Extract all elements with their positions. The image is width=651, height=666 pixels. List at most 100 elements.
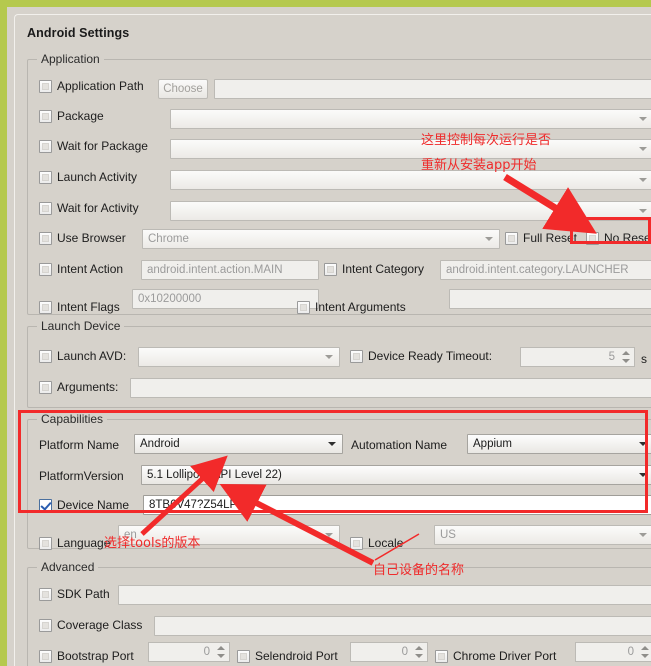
no-reset-checkbox[interactable]: [586, 231, 599, 245]
bootstrap-port-spinner[interactable]: 0: [148, 642, 230, 662]
bootstrap-port-label: Bootstrap Port: [57, 649, 134, 663]
wait-for-package-label: Wait for Package: [57, 139, 148, 153]
wait-for-activity-label: Wait for Activity: [57, 201, 139, 215]
capabilities-group-legend: Capabilities: [37, 412, 108, 426]
automation-name-combo-value: Appium: [473, 438, 512, 450]
chevron-down-icon: [639, 178, 647, 182]
package-combo[interactable]: [170, 109, 651, 129]
wait-for-package-checkbox[interactable]: [39, 139, 52, 153]
device-ready-timeout-unit: s: [641, 352, 647, 366]
device-name-checkbox[interactable]: [39, 498, 52, 512]
wait-for-package-row: Wait for Package: [39, 139, 148, 153]
automation-name-combo[interactable]: Appium: [467, 434, 651, 454]
launch-activity-row: Launch Activity: [39, 170, 137, 184]
spinner-down-icon[interactable]: [622, 359, 630, 363]
chrome-driver-port-spinner[interactable]: 0: [575, 642, 651, 662]
chrome-driver-port-label: Chrome Driver Port: [453, 649, 557, 663]
language-label: Language: [57, 536, 111, 550]
intent-arguments-label: Intent Arguments: [315, 300, 406, 314]
bootstrap-port-checkbox[interactable]: [39, 649, 52, 663]
locale-combo[interactable]: US: [434, 525, 651, 545]
device-name-label: Device Name: [57, 498, 130, 512]
spinner-down-icon[interactable]: [217, 654, 225, 658]
intent-flags-label: Intent Flags: [57, 300, 120, 314]
language-combo-value: en: [124, 529, 137, 541]
intent-arguments-checkbox[interactable]: [297, 300, 310, 314]
spinner-down-icon[interactable]: [415, 654, 423, 658]
package-checkbox[interactable]: [39, 109, 52, 123]
chevron-down-icon: [639, 533, 647, 537]
use-browser-label: Use Browser: [57, 231, 126, 245]
coverage-class-checkbox[interactable]: [39, 618, 52, 632]
coverage-class-input[interactable]: [154, 616, 651, 636]
chevron-down-icon: [639, 442, 647, 446]
intent-category-input[interactable]: android.intent.category.LAUNCHER: [440, 260, 651, 280]
chrome-driver-port-checkbox[interactable]: [435, 649, 448, 663]
chevron-down-icon: [639, 473, 647, 477]
arguments-label: Arguments:: [57, 380, 119, 394]
wait-for-package-combo[interactable]: [170, 139, 651, 159]
automation-name-label: Automation Name: [351, 438, 448, 452]
intent-action-checkbox[interactable]: [39, 262, 52, 276]
chrome-driver-port-row: Chrome Driver Port: [435, 649, 556, 663]
spinner-down-icon[interactable]: [641, 654, 649, 658]
platform-name-label: Platform Name: [39, 438, 120, 452]
chrome-driver-port-value: 0: [627, 646, 634, 658]
application-path-checkbox[interactable]: [39, 79, 52, 93]
intent-arguments-input[interactable]: [449, 289, 651, 309]
selendroid-port-checkbox[interactable]: [237, 649, 250, 663]
spinner-up-icon[interactable]: [641, 646, 649, 650]
launch-avd-checkbox[interactable]: [39, 349, 52, 363]
device-name-row: Device Name: [39, 498, 129, 512]
intent-flags-checkbox[interactable]: [39, 300, 52, 314]
device-name-input[interactable]: 8TB6V47?Z54LPJ5P: [143, 495, 651, 515]
chevron-down-icon: [639, 117, 647, 121]
arguments-checkbox[interactable]: [39, 380, 52, 394]
chevron-down-icon: [639, 147, 647, 151]
language-combo[interactable]: en: [118, 525, 340, 545]
selendroid-port-spinner[interactable]: 0: [350, 642, 428, 662]
sdk-path-checkbox[interactable]: [39, 587, 52, 601]
launch-activity-checkbox[interactable]: [39, 170, 52, 184]
application-path-input[interactable]: [214, 79, 651, 99]
platform-name-combo[interactable]: Android: [134, 434, 343, 454]
full-reset-checkbox[interactable]: [505, 231, 518, 245]
full-reset-label: Full Reset: [523, 231, 578, 245]
locale-checkbox[interactable]: [350, 536, 363, 550]
no-reset-row: No Reset: [586, 231, 651, 245]
chevron-down-icon: [328, 442, 336, 446]
sdk-path-input[interactable]: [118, 585, 651, 605]
device-ready-timeout-checkbox[interactable]: [350, 349, 363, 363]
choose-button[interactable]: Choose: [158, 79, 208, 99]
device-ready-timeout-spinner[interactable]: 5: [520, 347, 635, 367]
launch-device-group-legend: Launch Device: [37, 319, 125, 333]
language-checkbox[interactable]: [39, 536, 52, 550]
intent-flags-input[interactable]: 0x10200000: [132, 289, 319, 309]
wait-for-activity-checkbox[interactable]: [39, 201, 52, 215]
launch-avd-combo[interactable]: [138, 347, 340, 367]
use-browser-combo[interactable]: Chrome: [142, 229, 500, 249]
page-title: Android Settings: [27, 26, 130, 40]
window-frame: Android Settings Application Application…: [0, 0, 651, 666]
use-browser-checkbox[interactable]: [39, 231, 52, 245]
arguments-input[interactable]: [130, 378, 651, 398]
spinner-up-icon[interactable]: [415, 646, 423, 650]
intent-action-row: Intent Action: [39, 262, 123, 276]
launch-activity-label: Launch Activity: [57, 170, 138, 184]
launch-activity-combo[interactable]: [170, 170, 651, 190]
intent-category-checkbox[interactable]: [324, 262, 337, 276]
locale-row: Locale: [350, 536, 403, 550]
full-reset-row: Full Reset: [505, 231, 577, 245]
package-label: Package: [57, 109, 104, 123]
coverage-class-label: Coverage Class: [57, 618, 143, 632]
intent-category-label: Intent Category: [342, 262, 425, 276]
intent-action-input[interactable]: android.intent.action.MAIN: [141, 260, 319, 280]
spinner-up-icon[interactable]: [622, 351, 630, 355]
application-path-row: Application Path: [39, 79, 144, 93]
spinner-up-icon[interactable]: [217, 646, 225, 650]
intent-flags-row: Intent Flags: [39, 300, 120, 314]
wait-for-activity-combo[interactable]: [170, 201, 651, 221]
bootstrap-port-value: 0: [203, 646, 210, 658]
platform-version-combo[interactable]: 5.1 Lollipop (API Level 22): [141, 465, 651, 485]
chevron-down-icon: [325, 355, 333, 359]
